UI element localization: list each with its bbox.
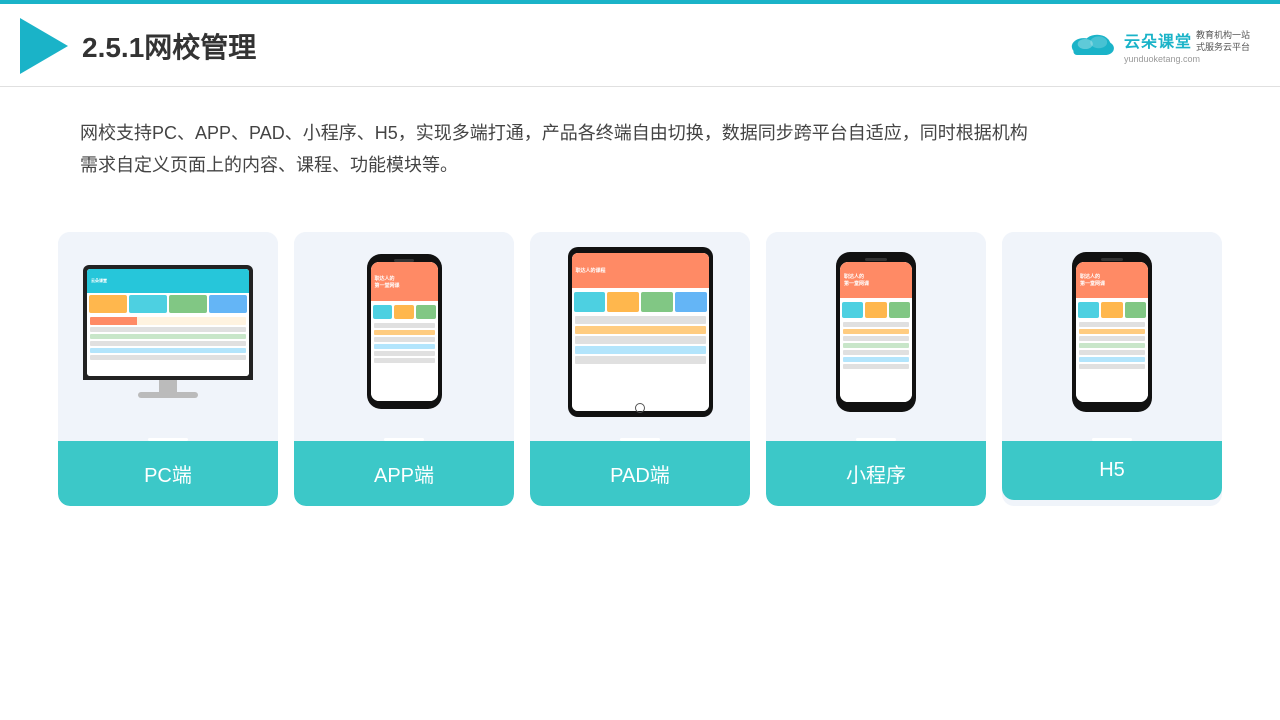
card-pad-image: 职达人的课程	[530, 232, 750, 432]
card-app-label: APP端	[294, 441, 514, 506]
phone-miniprogram-icon: 职达人的第一堂网课	[836, 252, 916, 412]
card-pc: 云朵课堂	[58, 232, 278, 506]
description-text: 网校支持PC、APP、PAD、小程序、H5，实现多端打通，产品各终端自由切换，数…	[80, 117, 1200, 182]
card-miniprogram: 职达人的第一堂网课	[766, 232, 986, 506]
card-app: 职达人的第一堂网课	[294, 232, 514, 506]
brand-text: 云朵课堂 教育机构一站 式服务云平台 yunduoketang.com	[1124, 28, 1250, 63]
page-title: 2.5.1网校管理	[82, 26, 256, 66]
brand-cloud-icon	[1066, 28, 1118, 65]
brand-name: 云朵课堂	[1124, 28, 1192, 52]
logo-icon	[20, 18, 68, 74]
phone-h5-icon: 职达人的第一堂网课	[1072, 252, 1152, 412]
card-app-image: 职达人的第一堂网课	[294, 232, 514, 432]
pc-monitor-icon: 云朵课堂	[83, 265, 253, 398]
top-accent-line	[0, 0, 1280, 4]
header: 2.5.1网校管理 云朵课堂 教育机构一站 式服务云平台 yunduoketan…	[0, 0, 1280, 87]
card-pc-label: PC端	[58, 441, 278, 506]
card-h5: 职达人的第一堂网课	[1002, 232, 1222, 506]
card-miniprogram-label: 小程序	[766, 441, 986, 506]
card-miniprogram-image: 职达人的第一堂网课	[766, 232, 986, 432]
brand-slogan: 教育机构一站 式服务云平台	[1196, 30, 1250, 53]
card-h5-label: H5	[1002, 441, 1222, 500]
brand-url: yunduoketang.com	[1124, 54, 1200, 64]
phone-app-icon: 职达人的第一堂网课	[367, 254, 442, 409]
card-pad-label: PAD端	[530, 441, 750, 506]
card-pc-image: 云朵课堂	[58, 232, 278, 432]
header-left: 2.5.1网校管理	[20, 18, 256, 74]
cards-container: 云朵课堂	[0, 212, 1280, 536]
card-pad: 职达人的课程	[530, 232, 750, 506]
brand-logo: 云朵课堂 教育机构一站 式服务云平台 yunduoketang.com	[1066, 28, 1250, 65]
pad-home-button	[635, 403, 645, 413]
pad-icon: 职达人的课程	[568, 247, 713, 417]
description: 网校支持PC、APP、PAD、小程序、H5，实现多端打通，产品各终端自由切换，数…	[0, 87, 1280, 202]
card-h5-image: 职达人的第一堂网课	[1002, 232, 1222, 432]
